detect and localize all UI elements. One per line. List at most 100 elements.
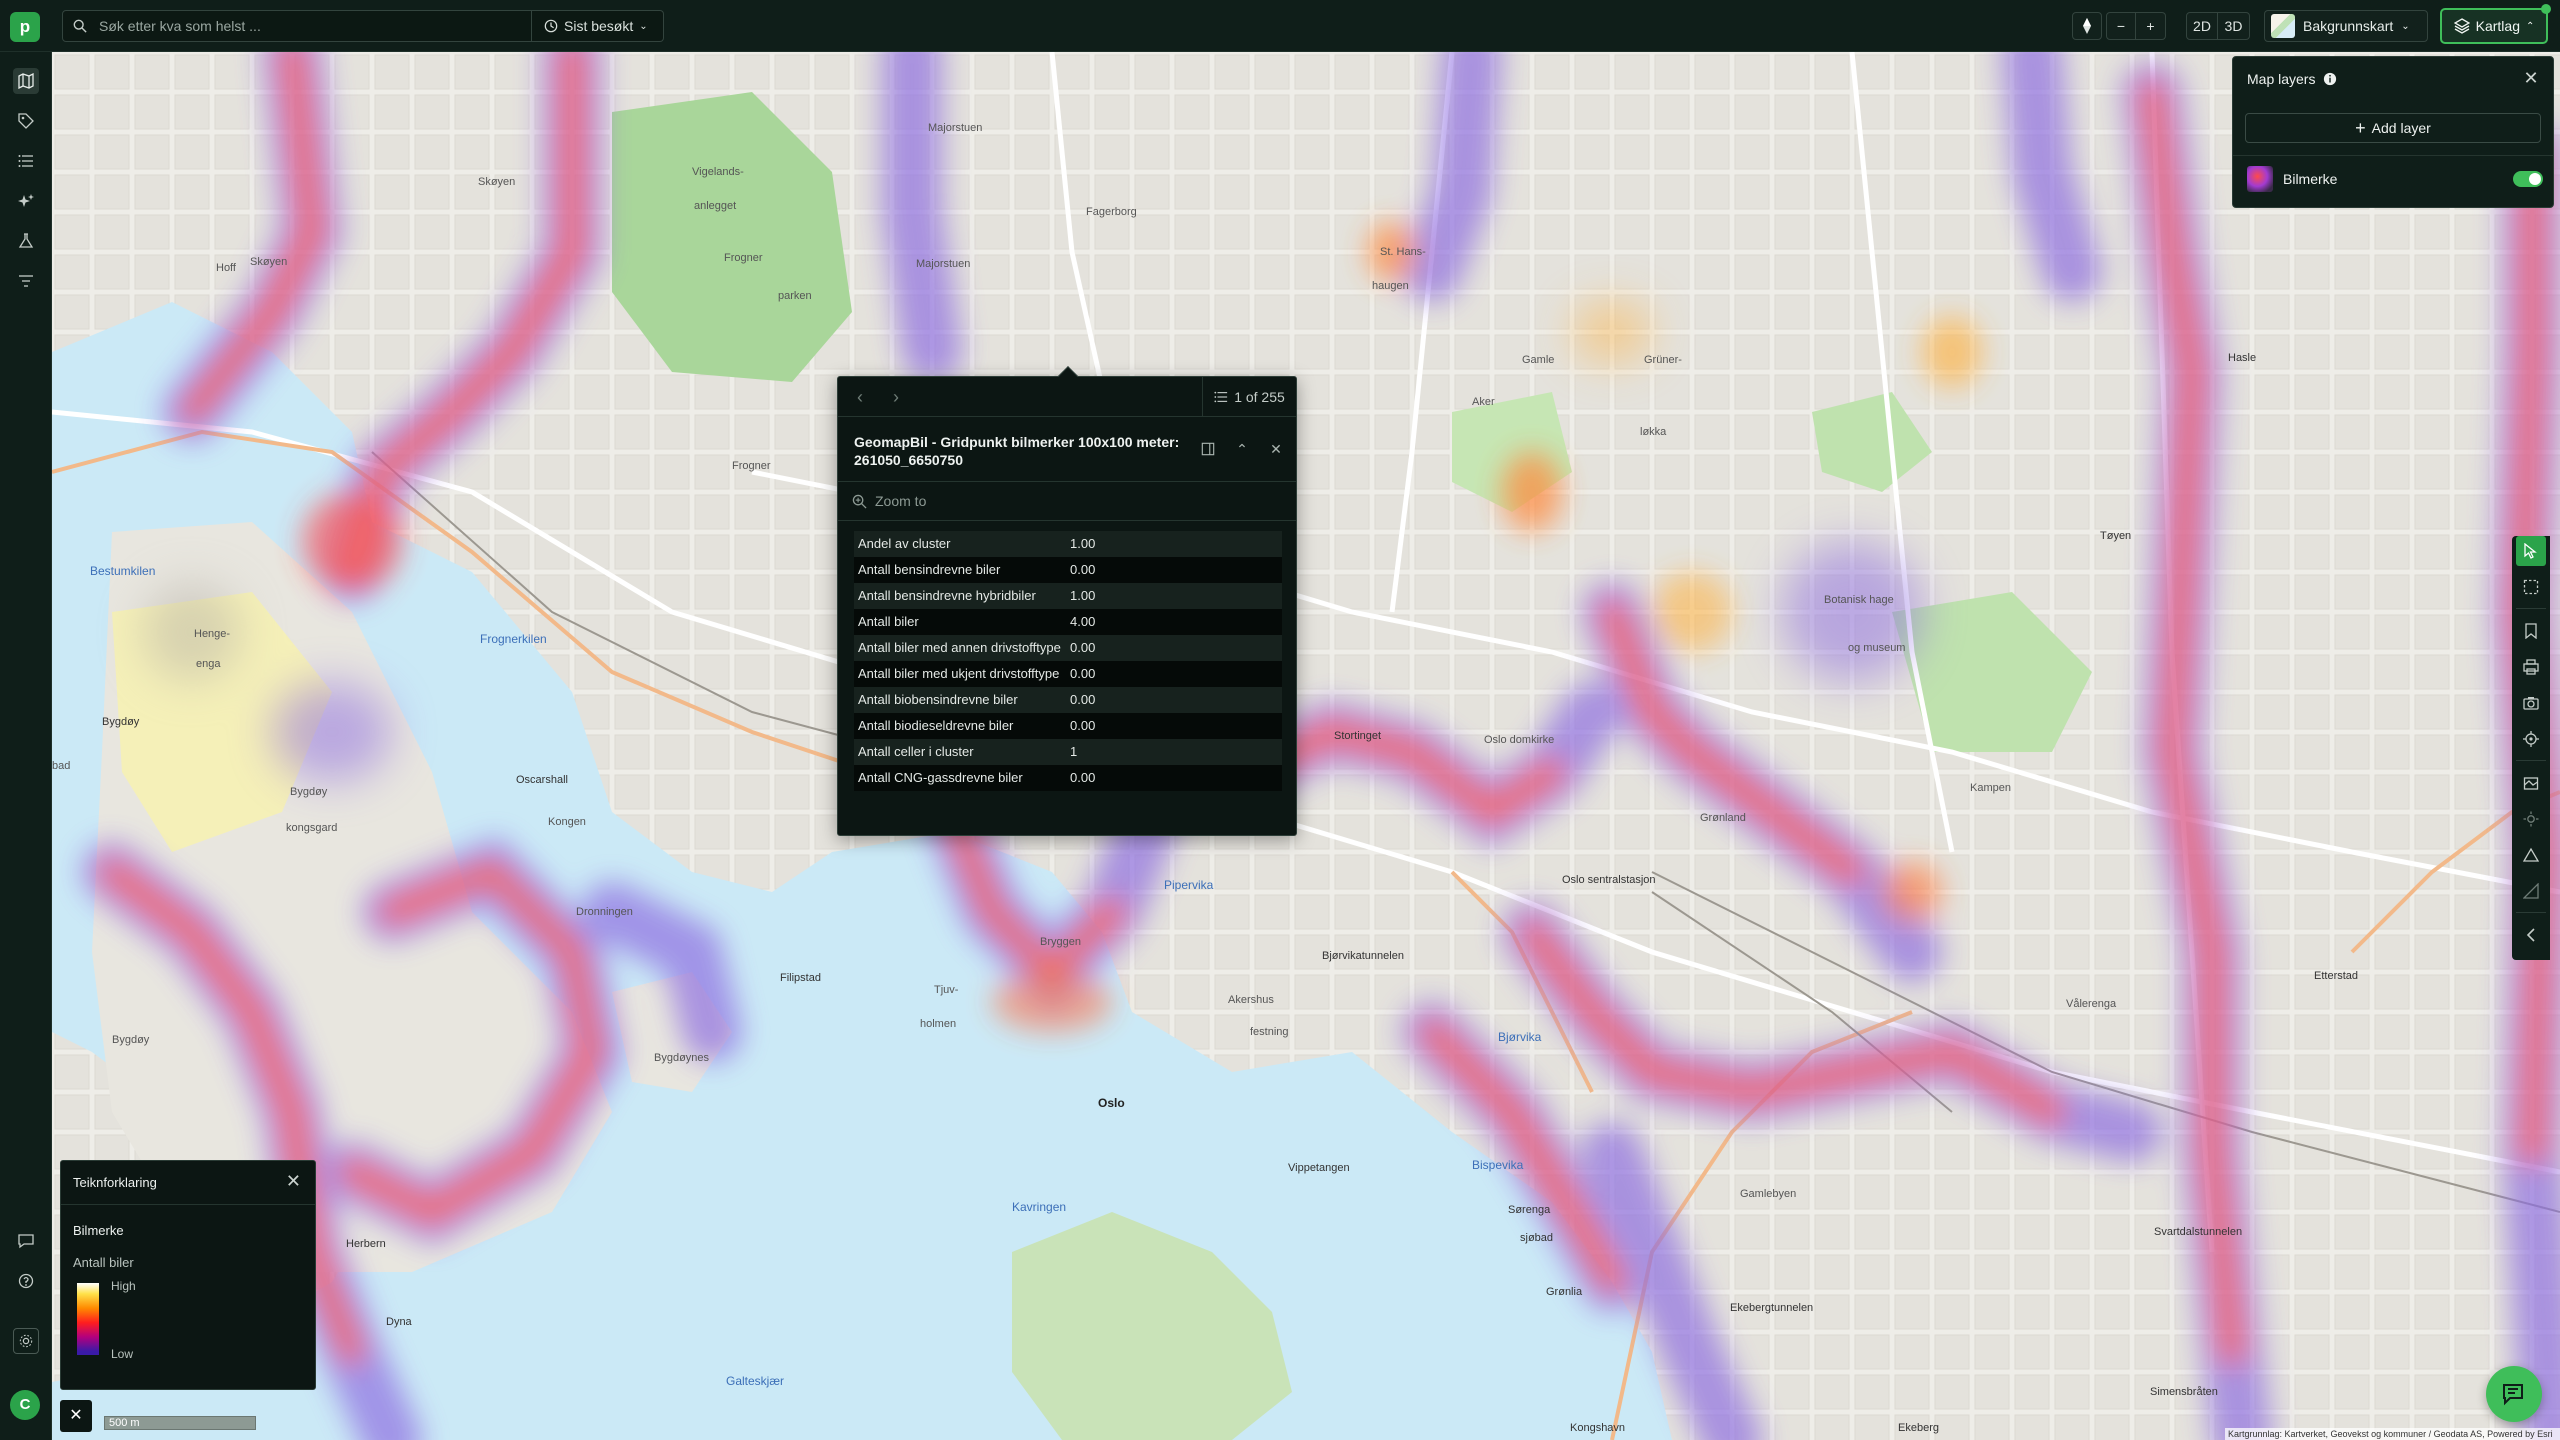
- print-icon[interactable]: [2516, 652, 2546, 682]
- recent-visited-button[interactable]: Sist besøkt ⌄: [532, 10, 664, 42]
- collapse-icon[interactable]: ⌃: [1232, 439, 1252, 459]
- top-bar: p Sist besøkt ⌄ − + 2D 3D Bakgrunnskart …: [0, 0, 2560, 52]
- info-icon[interactable]: [2323, 72, 2337, 86]
- map-label: Herbern: [346, 1238, 386, 1250]
- map-label: Botanisk hage: [1824, 594, 1894, 606]
- close-icon[interactable]: ✕: [286, 1171, 301, 1192]
- map-label: Bygdøynes: [654, 1052, 710, 1064]
- tag-icon[interactable]: [13, 108, 39, 134]
- measure-icon[interactable]: [2516, 840, 2546, 870]
- map-label: Skøyen: [250, 256, 288, 268]
- avatar[interactable]: C: [10, 1390, 40, 1420]
- map-label: Sørenga: [1508, 1204, 1551, 1216]
- attribute-value: 1.00: [1066, 531, 1282, 557]
- zoom-in-button[interactable]: +: [2136, 12, 2166, 40]
- attribute-value: 4.00: [1066, 609, 1282, 635]
- attribute-key: Antall biler: [854, 609, 1066, 635]
- mode-2d-button[interactable]: 2D: [2186, 12, 2218, 40]
- chevron-right-icon[interactable]: ›: [886, 387, 906, 407]
- layer-item-bilmerke[interactable]: Bilmerke: [2247, 165, 2543, 193]
- select-pointer-icon[interactable]: [2516, 536, 2546, 566]
- attribute-value: 0.00: [1066, 635, 1282, 661]
- map-label: kongsgard: [286, 822, 338, 834]
- map-label: Ekebergtunnelen: [1730, 1302, 1814, 1314]
- list-icon[interactable]: [13, 148, 39, 174]
- map-label: Grønland: [1700, 812, 1746, 824]
- help-icon[interactable]: [13, 1268, 39, 1294]
- select-area-icon[interactable]: [2516, 572, 2546, 602]
- popup-navigation: ‹ › 1 of 255: [838, 377, 1296, 417]
- add-layer-button[interactable]: + Add layer: [2245, 113, 2541, 143]
- map-label: bad: [52, 760, 71, 772]
- map-label: Majorstuen: [916, 258, 971, 270]
- table-row: Antall celler i cluster 1: [854, 739, 1282, 765]
- feature-counter[interactable]: 1 of 255: [1202, 377, 1296, 417]
- search-input[interactable]: [99, 11, 519, 41]
- layer-visibility-toggle[interactable]: [2513, 171, 2543, 187]
- map-icon[interactable]: [13, 68, 39, 94]
- close-legend-button[interactable]: ✕: [60, 1400, 92, 1432]
- popup-actions: ⌃ ✕: [1198, 439, 1286, 459]
- close-icon[interactable]: ✕: [1266, 439, 1286, 459]
- map-label: Majorstuen: [928, 122, 983, 134]
- dock-icon[interactable]: [1198, 439, 1218, 459]
- basemap-selector[interactable]: Bakgrunnskart ⌄: [2264, 10, 2428, 42]
- map-label: enga: [196, 658, 221, 670]
- legend-layer-name: Bilmerke: [73, 1223, 124, 1238]
- map-label: Vålerenga: [2066, 998, 2117, 1010]
- map-label: Etterstad: [2314, 970, 2359, 982]
- map-label: Akershus: [1228, 994, 1274, 1006]
- map-label: Aker: [1472, 396, 1495, 408]
- compass-button[interactable]: [2072, 12, 2102, 40]
- plus-icon: +: [2355, 118, 2366, 138]
- comment-icon[interactable]: [13, 1228, 39, 1254]
- basemap-thumbnail: [2271, 14, 2295, 38]
- map-layers-panel: Map layers ✕ + Add layer Bilmerke: [2232, 56, 2554, 208]
- table-row: Antall biodieseldrevne biler 0.00: [854, 713, 1282, 739]
- mode-3d-button[interactable]: 3D: [2218, 12, 2250, 40]
- map-layers-button[interactable]: Kartlag ⌃: [2440, 8, 2548, 44]
- map-label: Bispevika: [1472, 1158, 1524, 1172]
- legend-low-label: Low: [111, 1347, 134, 1361]
- map-canvas[interactable]: Majorstuen Vigelands- anlegget Frogner p…: [52, 52, 2560, 1440]
- search-box[interactable]: [62, 10, 532, 42]
- zoom-to-button[interactable]: Zoom to: [838, 481, 1296, 521]
- map-label: Fagerborg: [1086, 206, 1137, 218]
- zoom-out-button[interactable]: −: [2106, 12, 2136, 40]
- basemap-gallery-icon[interactable]: [2516, 768, 2546, 798]
- camera-icon[interactable]: [2516, 688, 2546, 718]
- right-tool-strip: [2512, 536, 2550, 960]
- map-label: Vigelands-: [692, 166, 744, 178]
- map-label: Bjørvika: [1498, 1030, 1542, 1044]
- map-label: Bjørvikatunnelen: [1322, 950, 1404, 962]
- map-label: Oscarshall: [516, 774, 568, 786]
- sun-icon[interactable]: [2516, 804, 2546, 834]
- map-label: Kavringen: [1012, 1200, 1067, 1214]
- divider: [2516, 760, 2546, 761]
- map-layers-title: Map layers: [2247, 71, 2316, 87]
- locate-icon[interactable]: [2516, 724, 2546, 754]
- map-attribution: Kartgrunnlag: Kartverket, Geovekst og ko…: [2225, 1428, 2560, 1440]
- map-label: Frogner: [724, 252, 763, 264]
- flask-icon[interactable]: [13, 228, 39, 254]
- chevron-left-icon[interactable]: ‹: [850, 387, 870, 407]
- close-icon[interactable]: ✕: [2521, 69, 2541, 89]
- map-label: holmen: [920, 1018, 957, 1030]
- table-row: Antall biler 4.00: [854, 609, 1282, 635]
- settings-icon[interactable]: [13, 1328, 39, 1354]
- filter-icon[interactable]: [13, 268, 39, 294]
- chat-button[interactable]: [2486, 1366, 2542, 1422]
- scale-bar: 500 m: [104, 1416, 256, 1430]
- feature-counter-label: 1 of 255: [1234, 389, 1285, 405]
- map-label: og museum: [1848, 642, 1906, 654]
- chevron-left-icon[interactable]: [2516, 920, 2546, 950]
- sparkles-icon[interactable]: [13, 188, 39, 214]
- zoom-in-icon: [852, 494, 867, 509]
- map-label: Gamle: [1522, 354, 1555, 366]
- app-logo[interactable]: p: [10, 12, 40, 42]
- attribute-key: Antall biobensindrevne biler: [854, 687, 1066, 713]
- map-label: Bygdøy: [112, 1034, 150, 1046]
- sketch-icon[interactable]: [2516, 876, 2546, 906]
- bookmark-icon[interactable]: [2516, 616, 2546, 646]
- map-label: St. Hans-: [1380, 246, 1426, 258]
